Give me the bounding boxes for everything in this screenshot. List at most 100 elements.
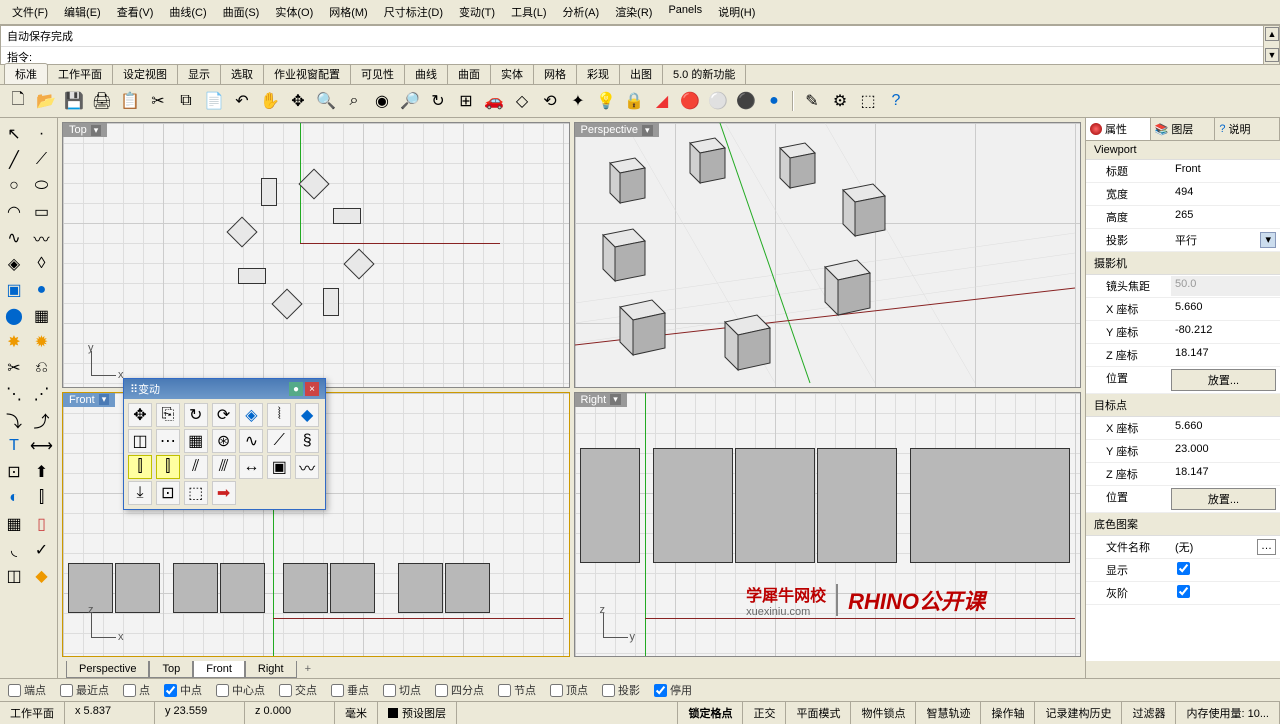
osnap-point[interactable]: 点: [123, 682, 150, 698]
menu-transform[interactable]: 变动(T): [451, 2, 503, 22]
status-osnap[interactable]: 物件锁点: [851, 702, 916, 724]
new-icon[interactable]: 🗋: [6, 89, 30, 113]
status-filter[interactable]: 过滤器: [1122, 702, 1176, 724]
menu-tools[interactable]: 工具(L): [503, 2, 554, 22]
scroll-down-icon[interactable]: ▼: [1265, 48, 1279, 62]
osnap-cen[interactable]: 中心点: [216, 682, 265, 698]
print-icon[interactable]: 🖨: [90, 89, 114, 113]
chevron-down-icon[interactable]: ▾: [91, 125, 102, 136]
array-rect-icon[interactable]: ▦: [184, 429, 208, 453]
bend-icon[interactable]: ⫿: [128, 455, 152, 479]
prop-cam-y[interactable]: -80.212: [1171, 322, 1280, 342]
sphere-dark-icon[interactable]: ⚫: [734, 89, 758, 113]
render-red-icon[interactable]: ◢: [650, 89, 674, 113]
stretch-icon[interactable]: ↔: [239, 455, 263, 479]
menu-edit[interactable]: 编辑(E): [56, 2, 109, 22]
prop-tgt-x[interactable]: 5.660: [1171, 418, 1280, 438]
rect-icon[interactable]: ▭: [30, 200, 54, 224]
viewport-right[interactable]: Right▾ zy: [574, 392, 1082, 658]
viewport-perspective-title[interactable]: Perspective▾: [575, 123, 659, 137]
cage-icon[interactable]: ▯: [30, 512, 54, 536]
tab-standard[interactable]: 标准: [4, 63, 48, 84]
array-srf-icon[interactable]: ⟋: [267, 429, 291, 453]
dim-icon[interactable]: ⟷: [30, 434, 54, 458]
osnap-int[interactable]: 交点: [279, 682, 317, 698]
construction-icon[interactable]: ✦: [566, 89, 590, 113]
arrow-icon[interactable]: ➡: [212, 481, 236, 505]
prop-cam-place[interactable]: 放置...: [1171, 369, 1276, 391]
viewport-perspective[interactable]: Perspective▾: [574, 122, 1082, 388]
circle-icon[interactable]: ○: [2, 174, 26, 198]
menu-view[interactable]: 查看(V): [109, 2, 162, 22]
zoom-extents-icon[interactable]: ◉: [370, 89, 394, 113]
prop-filename[interactable]: (无)…: [1171, 537, 1280, 557]
fillet-icon[interactable]: ◟: [2, 538, 26, 562]
rotate-icon[interactable]: ⟲: [538, 89, 562, 113]
vtab-top[interactable]: Top: [149, 661, 193, 678]
open-icon[interactable]: 📂: [34, 89, 58, 113]
vtab-add[interactable]: +: [297, 661, 319, 678]
set-cplane-icon[interactable]: 🚗: [482, 89, 506, 113]
material-icon[interactable]: ◆: [30, 564, 54, 588]
array-icon[interactable]: ⊡: [2, 460, 26, 484]
interp-curve-icon[interactable]: 〰: [30, 226, 54, 250]
prop-cam-x[interactable]: 5.660: [1171, 299, 1280, 319]
revolve-icon[interactable]: ◐: [2, 486, 26, 510]
split-icon[interactable]: ⎌: [30, 356, 54, 380]
help-icon[interactable]: ?: [884, 89, 908, 113]
viewport-top-title[interactable]: Top▾: [63, 123, 107, 137]
status-smarttrack[interactable]: 智慧轨迹: [916, 702, 981, 724]
points-off-icon[interactable]: ⋰: [30, 382, 54, 406]
status-gumball[interactable]: 操作轴: [981, 702, 1035, 724]
render-rainbow-icon[interactable]: 🔴: [678, 89, 702, 113]
extrude-icon[interactable]: ⬆: [30, 460, 54, 484]
twist-icon[interactable]: §: [295, 429, 319, 453]
array-crv-icon[interactable]: ∿: [239, 429, 263, 453]
copy-clipboard-icon[interactable]: 📋: [118, 89, 142, 113]
command-input[interactable]: [32, 51, 1273, 63]
ellipse-icon[interactable]: ⬭: [30, 174, 54, 198]
osnap-tan[interactable]: 切点: [383, 682, 421, 698]
status-layer[interactable]: 预设图层: [378, 702, 457, 724]
osnap-vertex[interactable]: 顶点: [550, 682, 588, 698]
four-view-icon[interactable]: ⊞: [454, 89, 478, 113]
project-tool-icon[interactable]: ⤓: [128, 481, 152, 505]
align-tool-icon[interactable]: ◫: [128, 429, 152, 453]
viewport-right-title[interactable]: Right▾: [575, 393, 627, 407]
grip-icon[interactable]: ⠿: [130, 383, 138, 396]
flow-icon[interactable]: ⫽: [184, 455, 208, 479]
menu-surface[interactable]: 曲面(S): [215, 2, 268, 22]
palette-close-icon[interactable]: ×: [305, 382, 319, 396]
check-icon[interactable]: ✓: [30, 538, 54, 562]
osnap-near[interactable]: 最近点: [60, 682, 109, 698]
layer-icon[interactable]: ◫: [2, 564, 26, 588]
text-icon[interactable]: T: [2, 434, 26, 458]
cut-icon[interactable]: ✂: [146, 89, 170, 113]
sphere-gray-icon[interactable]: ⚪: [706, 89, 730, 113]
copy-icon[interactable]: ⧉: [174, 89, 198, 113]
osnap-knot[interactable]: 节点: [498, 682, 536, 698]
prop-width[interactable]: 494: [1171, 184, 1280, 204]
status-ortho[interactable]: 正交: [743, 702, 786, 724]
point-icon[interactable]: ·: [30, 122, 54, 146]
zoom-selected-icon[interactable]: 🔎: [398, 89, 422, 113]
status-planar[interactable]: 平面模式: [786, 702, 851, 724]
osnap-mid[interactable]: 中点: [164, 682, 202, 698]
rp-tab-layers[interactable]: 📚图层: [1151, 118, 1216, 140]
curve-icon[interactable]: ∿: [2, 226, 26, 250]
vtab-right[interactable]: Right: [245, 661, 297, 678]
properties-icon[interactable]: ⬚: [856, 89, 880, 113]
box-icon[interactable]: ▣: [2, 278, 26, 302]
section-icon[interactable]: ⫿: [30, 486, 54, 510]
transform-palette[interactable]: ⠿ 变动 ● × ✥ ⎘ ↻ ⟳ ◈ ⦚ ◆ ◫ ⋯ ▦ ⊛ ∿ ⟋ § ⫿ ⫿…: [123, 378, 326, 510]
vtab-front[interactable]: Front: [193, 661, 245, 678]
array-linear-icon[interactable]: ⋯: [156, 429, 180, 453]
browse-button[interactable]: …: [1257, 539, 1276, 555]
shear-icon[interactable]: ⫻: [212, 455, 236, 479]
arc-icon[interactable]: ◠: [2, 200, 26, 224]
rotate-view-icon[interactable]: ↻: [426, 89, 450, 113]
move-icon[interactable]: ✥: [286, 89, 310, 113]
points-on-icon[interactable]: ⋱: [2, 382, 26, 406]
explode-icon[interactable]: ✸: [2, 330, 26, 354]
prop-projection[interactable]: 平行▾: [1171, 230, 1280, 250]
